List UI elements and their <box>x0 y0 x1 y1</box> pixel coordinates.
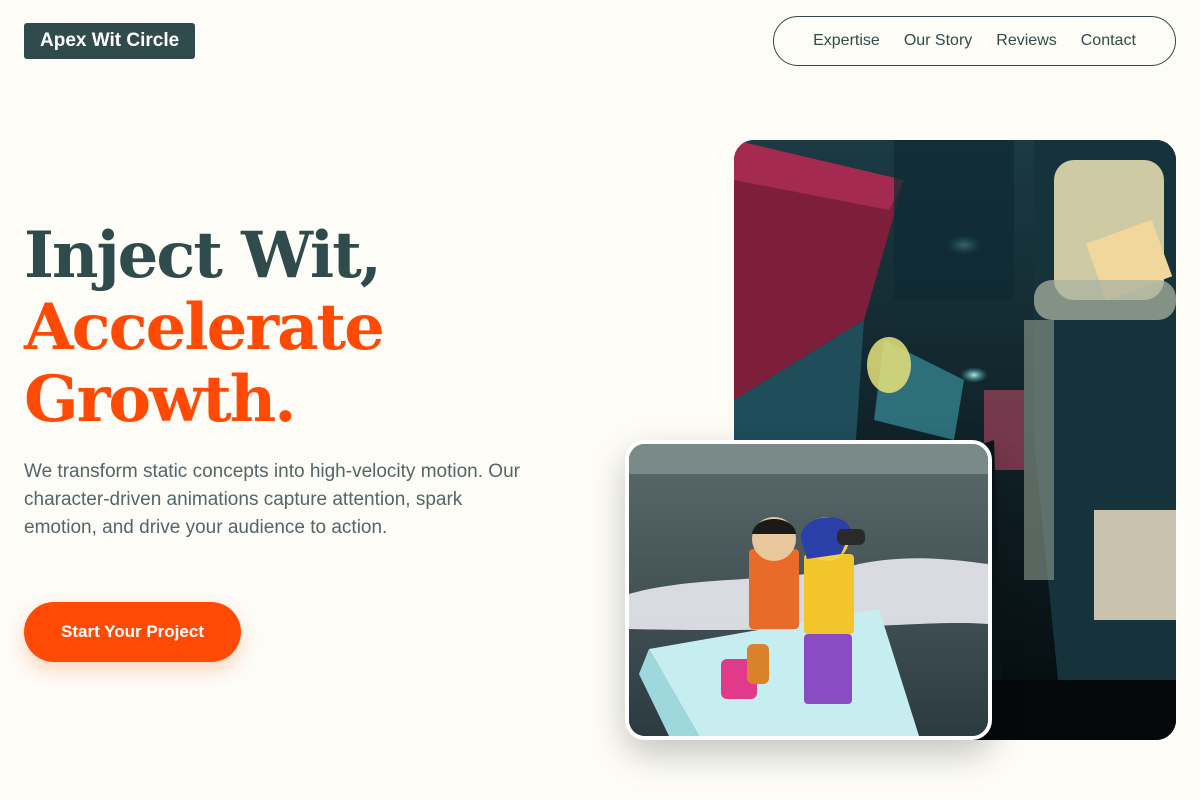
nav-link-our-story[interactable]: Our Story <box>904 32 972 50</box>
main-nav: Expertise Our Story Reviews Contact <box>773 16 1176 66</box>
lego-boat-illustration <box>629 444 988 736</box>
nav-link-reviews[interactable]: Reviews <box>996 32 1056 50</box>
brand-logo[interactable]: Apex Wit Circle <box>24 23 196 59</box>
headline-line-2: Accelerate <box>24 290 385 365</box>
start-project-button[interactable]: Start Your Project <box>24 602 241 662</box>
headline-line-1: Inject Wit, <box>24 218 382 293</box>
hero-description: We transform static concepts into high-v… <box>24 461 520 538</box>
nav-link-expertise[interactable]: Expertise <box>813 32 880 50</box>
headline-line-3: Growth. <box>24 362 297 437</box>
nav-link-contact[interactable]: Contact <box>1081 32 1136 50</box>
lego-photo <box>625 440 992 740</box>
hero-headline: Inject Wit, Accelerate Growth. <box>24 218 385 437</box>
